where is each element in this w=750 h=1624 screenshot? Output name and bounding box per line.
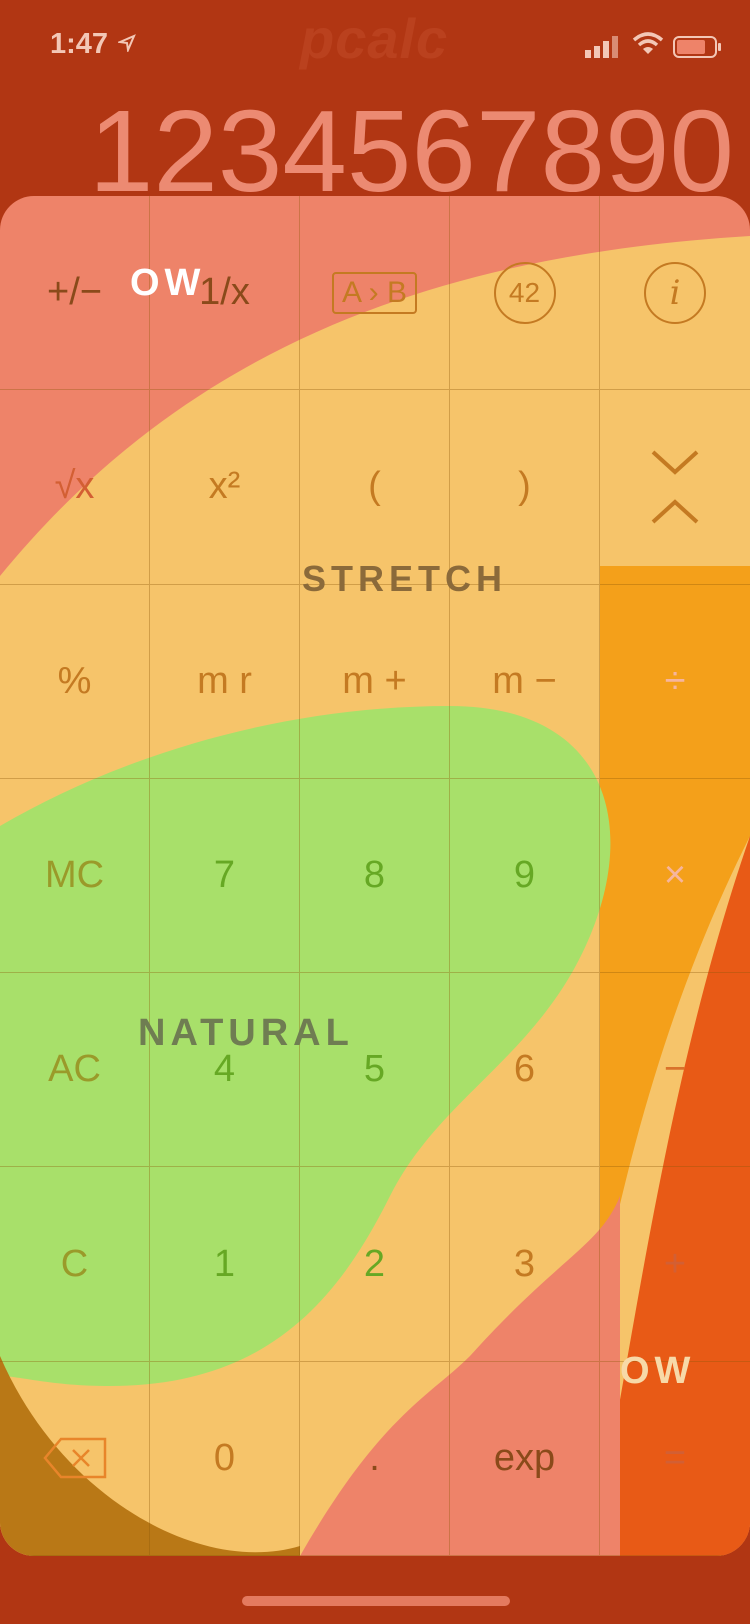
constant-42-key[interactable]: 42 [450, 196, 600, 391]
chevron-toggle-icon [651, 450, 699, 524]
battery-icon [673, 36, 721, 58]
plus-minus-key[interactable]: +/− [0, 196, 150, 391]
wifi-icon [632, 32, 664, 54]
divide-key[interactable]: ÷ [600, 585, 750, 779]
close-paren-key[interactable]: ) [450, 390, 600, 585]
clear-key[interactable]: C [0, 1167, 150, 1362]
memory-recall-key[interactable]: m r [150, 584, 300, 779]
digit-7-key[interactable]: 7 [150, 778, 300, 974]
memory-add-key[interactable]: m + [300, 584, 450, 779]
memory-subtract-key[interactable]: m − [450, 584, 600, 779]
percent-key[interactable]: % [0, 584, 150, 779]
square-root-key[interactable]: √x [0, 390, 150, 585]
digit-3-key[interactable]: 3 [450, 1167, 600, 1362]
info-key[interactable]: i [600, 196, 750, 391]
a-to-b-key[interactable]: A › B [300, 196, 450, 391]
zone-label-stretch: STRETCH [302, 558, 507, 599]
decimal-key[interactable]: . [300, 1361, 450, 1556]
constant-42-label: 42 [493, 261, 556, 324]
digit-1-key[interactable]: 1 [150, 1167, 300, 1362]
chevron-toggle-key[interactable] [600, 390, 750, 585]
digit-5-key[interactable]: 5 [300, 973, 450, 1168]
status-bar: 1:47 pcalc [0, 0, 750, 90]
add-key[interactable]: + [600, 1167, 750, 1362]
keypad: +/− 1/x A › B 42 i √x x² ( ) % m r m + m… [0, 196, 750, 1556]
backspace-key[interactable] [0, 1361, 150, 1556]
digit-9-key[interactable]: 9 [450, 778, 600, 974]
exponent-key[interactable]: exp [450, 1361, 600, 1556]
a-to-b-label: A › B [331, 271, 418, 314]
open-paren-key[interactable]: ( [300, 390, 450, 585]
status-time: 1:47 [50, 28, 109, 60]
zone-label-ow-top: OW [130, 262, 206, 304]
square-key[interactable]: x² [150, 390, 300, 585]
all-clear-key[interactable]: AC [0, 973, 150, 1168]
zone-label-ow-bottom: OW [620, 1350, 696, 1392]
digit-4-key[interactable]: 4 [150, 973, 300, 1168]
backspace-icon [42, 1438, 106, 1479]
digit-8-key[interactable]: 8 [300, 778, 450, 974]
multiply-key[interactable]: × [600, 779, 750, 974]
zone-label-natural: NATURAL [138, 1012, 354, 1054]
digit-0-key[interactable]: 0 [150, 1361, 300, 1556]
location-arrow-icon [118, 34, 136, 52]
digit-2-key[interactable]: 2 [300, 1167, 450, 1362]
info-icon: i [644, 261, 706, 324]
app-watermark: pcalc [300, 7, 449, 70]
digit-6-key[interactable]: 6 [450, 973, 600, 1168]
home-indicator[interactable] [242, 1596, 510, 1606]
subtract-key[interactable]: − [600, 973, 750, 1168]
memory-clear-key[interactable]: MC [0, 778, 150, 974]
cellular-signal-icon [585, 36, 618, 58]
